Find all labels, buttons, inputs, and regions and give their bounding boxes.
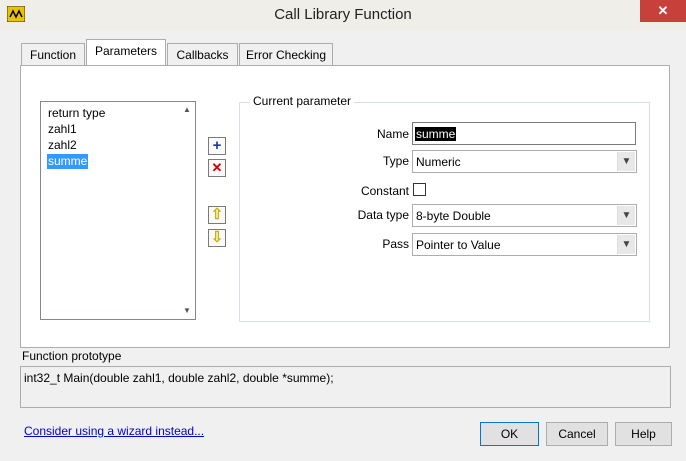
cancel-button[interactable]: Cancel [546,422,608,446]
data-type-select-value: 8-byte Double [416,209,491,223]
list-item[interactable]: return type [47,106,106,121]
constant-label: Constant [360,184,409,198]
name-input-value: summe [415,127,457,141]
title-bar: Call Library Function ✕ [0,0,686,30]
tab-error-checking[interactable]: Error Checking [239,43,333,65]
help-button[interactable]: Help [615,422,672,446]
dialog-client: Function Parameters Callbacks Error Chec… [0,30,686,461]
chevron-down-icon[interactable]: ▼ [617,152,635,171]
function-prototype-box: int32_t Main(double zahl1, double zahl2,… [20,366,671,408]
tab-parameters[interactable]: Parameters [86,39,166,65]
scroll-down-arrow-icon[interactable]: ▼ [182,306,192,316]
function-prototype-label: Function prototype [22,349,122,363]
arrow-down-icon: ⇩ [210,229,224,246]
type-select-value: Numeric [416,155,461,169]
tab-callbacks[interactable]: Callbacks [167,43,238,65]
parameters-tab-panel: return type zahl1 zahl2 summe ▲ ▼ + ✕ ⇧ … [20,65,670,348]
close-button[interactable]: ✕ [640,0,686,22]
chevron-down-icon[interactable]: ▼ [617,235,635,254]
constant-checkbox[interactable] [413,183,426,196]
scroll-up-arrow-icon[interactable]: ▲ [182,105,192,115]
list-scrollbar[interactable]: ▲ ▼ [179,102,195,319]
add-parameter-button[interactable]: + [208,137,226,155]
wizard-link[interactable]: Consider using a wizard instead... [24,424,204,438]
ok-button[interactable]: OK [480,422,539,446]
data-type-select[interactable]: 8-byte Double ▼ [412,204,637,227]
parameters-listbox[interactable]: return type zahl1 zahl2 summe ▲ ▼ [40,101,196,320]
arrow-up-icon: ⇧ [210,206,224,223]
chevron-down-icon[interactable]: ▼ [617,206,635,225]
tab-label: Function [29,48,77,62]
move-down-button[interactable]: ⇩ [208,229,226,247]
type-select[interactable]: Numeric ▼ [412,150,637,173]
pass-select-value: Pointer to Value [416,238,501,252]
list-item[interactable]: zahl1 [47,122,78,137]
function-prototype-text: int32_t Main(double zahl1, double zahl2,… [24,371,334,385]
tab-function[interactable]: Function [21,43,85,65]
window-title: Call Library Function [274,6,412,23]
pass-label: Pass [382,237,409,251]
name-label: Name [376,127,409,141]
data-type-label: Data type [357,208,409,222]
type-label: Type [382,154,409,168]
delete-x-icon: ✕ [211,160,223,175]
list-item[interactable]: zahl2 [47,138,78,153]
plus-icon: + [212,137,222,154]
tab-label: Error Checking [245,48,327,62]
pass-select[interactable]: Pointer to Value ▼ [412,233,637,256]
move-up-button[interactable]: ⇧ [208,206,226,224]
name-input[interactable]: summe [412,122,636,145]
list-item-selected[interactable]: summe [47,154,89,169]
current-parameter-label: Current parameter [250,94,355,108]
tab-label: Parameters [94,44,158,58]
close-icon: ✕ [657,3,669,18]
tab-label: Callbacks [176,48,229,62]
delete-parameter-button[interactable]: ✕ [208,159,226,177]
